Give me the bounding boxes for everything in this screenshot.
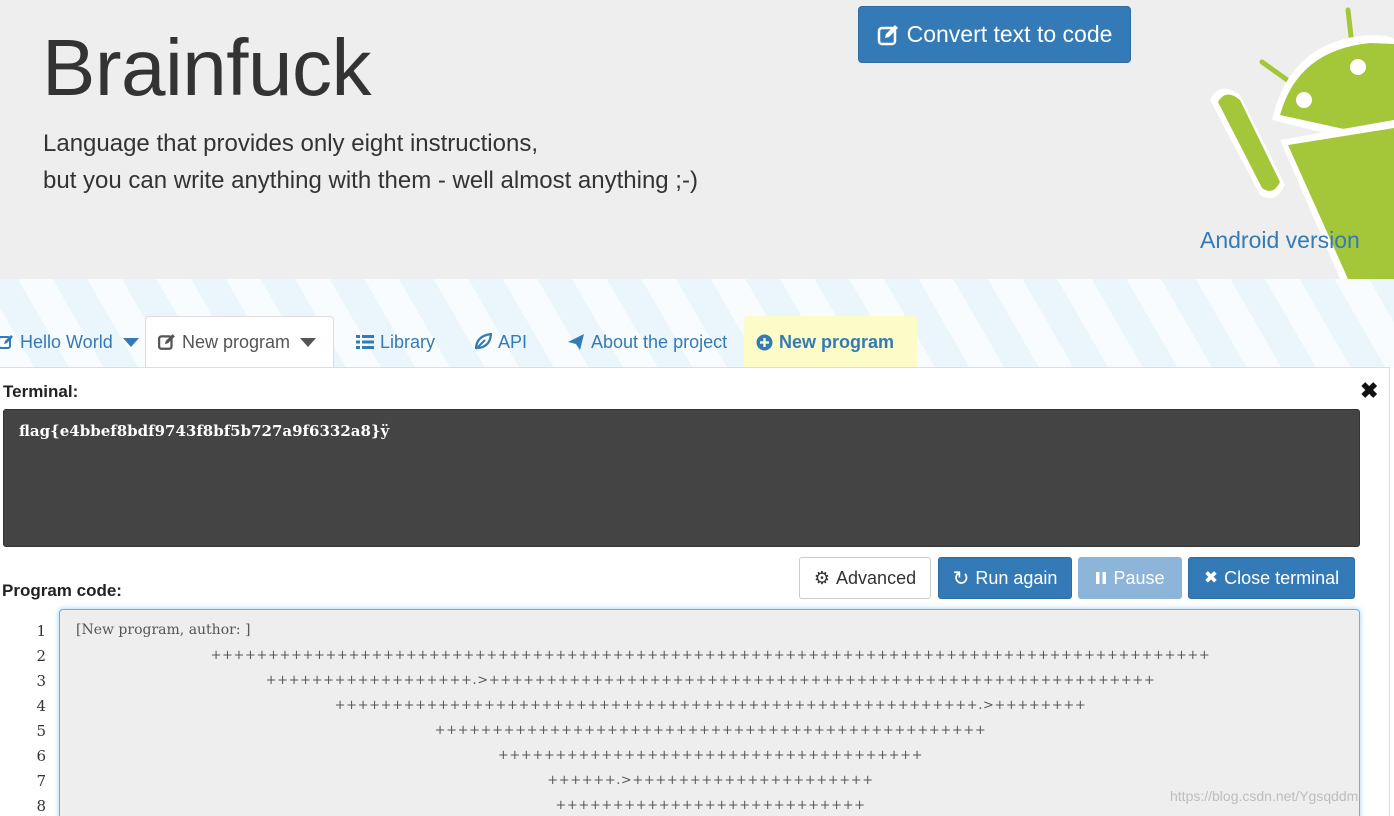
close-terminal-label: Close terminal xyxy=(1224,567,1340,588)
send-icon xyxy=(568,334,584,350)
tab-label: Library xyxy=(380,331,436,352)
tab-about-the-project[interactable]: About the project xyxy=(555,316,739,368)
terminal-output: flag{e4bbef8bdf9743f8bf5b727a9f6332a8}ÿ xyxy=(3,409,1360,547)
line-number: 3 xyxy=(36,672,46,690)
code-line: ++++++++++++++++++++++++++++++++++++++++… xyxy=(210,648,1211,663)
program-code-editor[interactable]: [New program, author: ] ++++++++++++++++… xyxy=(59,609,1360,816)
convert-text-to-code-button[interactable]: Convert text to code xyxy=(858,6,1131,63)
tab-label: About the project xyxy=(591,331,728,352)
program-code-label: Program code: xyxy=(2,581,122,600)
pause-icon xyxy=(1096,572,1107,584)
subtitle-line-2: but you can write anything with them - w… xyxy=(43,167,698,194)
chevron-down-icon xyxy=(300,337,317,347)
tab-label: Hello World xyxy=(20,331,113,352)
code-line: +++++++++++++++++++++++++++++++++++++ xyxy=(497,748,924,763)
list-icon xyxy=(356,335,374,349)
watermark: https://blog.csdn.net/Ygsqddm xyxy=(1170,788,1359,804)
code-line: +++++++++++++++++++++++++++ xyxy=(555,798,866,813)
chevron-down-icon xyxy=(122,337,139,347)
line-number: 8 xyxy=(36,797,46,815)
terminal-label: Terminal: xyxy=(3,382,79,401)
tab-label: New program xyxy=(182,331,291,352)
tab-new-program-create[interactable]: New program xyxy=(744,316,917,368)
edit-icon xyxy=(877,24,898,45)
tab-label: API xyxy=(498,331,528,352)
code-line: ++++++.>+++++++++++++++++++++ xyxy=(547,773,874,788)
leaf-icon xyxy=(474,333,492,350)
close-terminal-button[interactable]: ✖ Close terminal xyxy=(1188,557,1355,599)
subtitle-line-1: Language that provides only eight instru… xyxy=(43,130,538,157)
advanced-button[interactable]: ⚙ Advanced xyxy=(799,557,931,599)
line-number: 5 xyxy=(36,722,46,740)
code-line: [New program, author: ] xyxy=(76,622,251,638)
code-line: ++++++++++++++++++++++++++++++++++++++++… xyxy=(434,723,987,738)
close-icon[interactable]: ✖ xyxy=(1360,378,1378,404)
pause-button[interactable]: Pause xyxy=(1078,557,1182,599)
header: Brainfuck Language that provides only ei… xyxy=(0,0,1394,279)
convert-button-label: Convert text to code xyxy=(906,21,1113,47)
code-line: ++++++++++++++++++++++++++++++++++++++++… xyxy=(334,698,1087,713)
run-again-button[interactable]: ↻ Run again xyxy=(938,557,1072,599)
code-line: ++++++++++++++++++.>++++++++++++++++++++… xyxy=(265,673,1156,688)
tab-api[interactable]: API xyxy=(462,316,539,368)
tab-hello-world[interactable]: Hello World xyxy=(0,316,151,368)
tab-new-program[interactable]: New program xyxy=(145,316,334,368)
line-number: 2 xyxy=(36,647,46,665)
edit-icon xyxy=(158,334,175,350)
plus-circle-icon xyxy=(756,334,773,350)
refresh-icon: ↻ xyxy=(952,567,970,590)
page-title: Brainfuck xyxy=(42,23,371,112)
close-icon: ✖ xyxy=(1203,568,1219,587)
android-version-link[interactable]: Android version xyxy=(1200,227,1360,254)
tab-label: New program xyxy=(779,331,895,352)
line-number: 4 xyxy=(36,697,46,715)
advanced-button-label: Advanced xyxy=(836,567,917,588)
pencil-square-icon xyxy=(0,335,13,349)
line-number: 7 xyxy=(36,772,46,790)
tab-library[interactable]: Library xyxy=(344,316,447,368)
line-number: 6 xyxy=(36,747,46,765)
pause-label: Pause xyxy=(1113,567,1165,588)
run-again-label: Run again xyxy=(975,567,1058,588)
gear-icon: ⚙ xyxy=(813,567,831,588)
line-number: 1 xyxy=(36,622,46,640)
terminal-text: flag{e4bbef8bdf9743f8bf5b727a9f6332a8}ÿ xyxy=(19,422,390,440)
